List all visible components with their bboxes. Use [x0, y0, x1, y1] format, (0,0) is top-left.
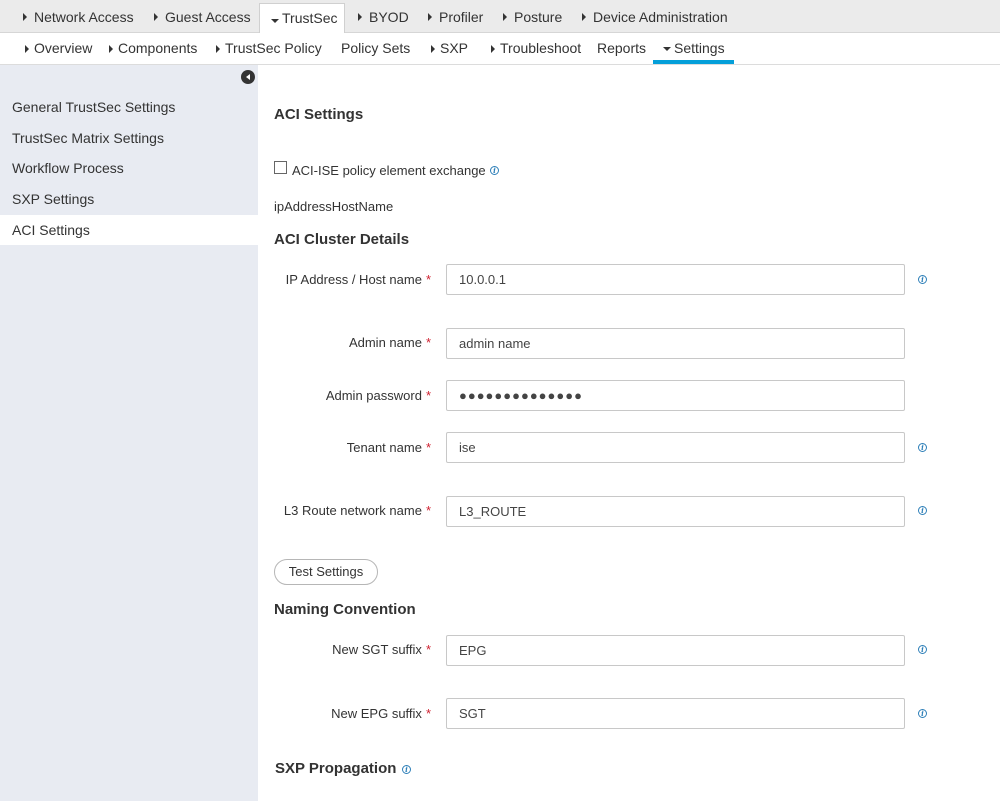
top-nav: Network Access Guest Access TrustSec BYO…	[0, 0, 1000, 37]
required-asterisk: *	[425, 503, 431, 518]
new-sgt-suffix-input[interactable]: EPG	[446, 635, 905, 666]
nav-profiler[interactable]: Profiler	[425, 0, 483, 33]
subnav-troubleshoot[interactable]: Troubleshoot	[488, 33, 581, 64]
admin-password-input[interactable]: ●●●●●●●●●●●●●●	[446, 380, 905, 411]
required-asterisk: *	[425, 706, 431, 721]
caret-right-icon	[358, 12, 362, 21]
caret-down-icon	[663, 46, 671, 51]
required-asterisk: *	[425, 388, 431, 403]
sidebar-item-workflow-process[interactable]: Workflow Process	[0, 153, 258, 183]
new-sgt-suffix-label: New SGT suffix *	[332, 642, 431, 657]
required-asterisk: *	[425, 272, 431, 287]
info-icon[interactable]: i	[918, 645, 927, 654]
info-icon[interactable]: i	[918, 506, 927, 515]
tenant-name-label: Tenant name *	[346, 440, 431, 455]
aci-ise-exchange-checkbox[interactable]	[274, 161, 287, 174]
subnav-policy-sets[interactable]: Policy Sets	[329, 33, 410, 64]
nav-trustsec[interactable]: TrustSec	[259, 3, 345, 37]
subnav-trustsec-policy[interactable]: TrustSec Policy	[213, 33, 322, 64]
sidebar-item-trustsec-matrix-settings[interactable]: TrustSec Matrix Settings	[0, 123, 258, 153]
sidebar-item-sxp-settings[interactable]: SXP Settings	[0, 184, 258, 214]
required-asterisk: *	[425, 440, 431, 455]
caret-right-icon	[216, 44, 220, 53]
l3-route-network-name-label: L3 Route network name *	[283, 503, 431, 518]
nav-network-access[interactable]: Network Access	[20, 0, 134, 33]
admin-name-label: Admin name *	[348, 335, 431, 350]
sidebar-item-general-trustsec-settings[interactable]: General TrustSec Settings	[0, 92, 258, 122]
sxp-propagation-heading: SXP Propagation	[275, 760, 397, 777]
ip-address-label: IP Address / Host name *	[285, 272, 431, 287]
caret-right-icon	[428, 12, 432, 21]
caret-right-icon	[109, 44, 113, 53]
subnav-overview[interactable]: Overview	[22, 33, 92, 64]
sub-nav: Overview Components TrustSec Policy Poli…	[0, 33, 1000, 65]
nav-guest-access[interactable]: Guest Access	[151, 0, 251, 33]
required-asterisk: *	[425, 335, 431, 350]
info-icon[interactable]: i	[402, 765, 411, 774]
caret-right-icon	[25, 44, 29, 53]
test-settings-button[interactable]: Test Settings	[274, 559, 378, 585]
info-icon[interactable]: i	[918, 443, 927, 452]
page-title: ACI Settings	[274, 106, 364, 123]
collapse-sidebar-icon[interactable]	[241, 70, 255, 84]
caret-right-icon	[503, 12, 507, 21]
info-icon[interactable]: i	[918, 275, 927, 284]
info-icon[interactable]: i	[918, 709, 927, 718]
active-tab-underline	[653, 60, 734, 64]
nav-byod[interactable]: BYOD	[355, 0, 409, 33]
admin-name-input[interactable]: admin name	[446, 328, 905, 359]
aci-cluster-details-heading: ACI Cluster Details	[274, 231, 410, 248]
caret-right-icon	[23, 12, 27, 21]
sidebar: General TrustSec Settings TrustSec Matri…	[0, 65, 258, 801]
tenant-name-input[interactable]: ise	[446, 432, 905, 463]
naming-convention-heading: Naming Convention	[274, 601, 416, 618]
sidebar-item-aci-settings[interactable]: ACI Settings	[0, 215, 258, 245]
admin-password-label: Admin password *	[325, 388, 431, 403]
subnav-reports[interactable]: Reports	[585, 33, 646, 64]
nav-posture[interactable]: Posture	[500, 0, 562, 33]
caret-right-icon	[491, 44, 495, 53]
nav-device-administration[interactable]: Device Administration	[579, 0, 728, 33]
subnav-sxp[interactable]: SXP	[428, 33, 468, 64]
ip-address-input[interactable]: 10.0.0.1	[446, 264, 905, 295]
caret-right-icon	[431, 44, 435, 53]
l3-route-network-name-input[interactable]: L3_ROUTE	[446, 496, 905, 527]
new-epg-suffix-input[interactable]: SGT	[446, 698, 905, 729]
caret-down-icon	[271, 18, 279, 23]
required-asterisk: *	[425, 642, 431, 657]
caret-right-icon	[582, 12, 586, 21]
aci-ise-exchange-label: ACI-ISE policy element exchange	[292, 163, 486, 178]
new-epg-suffix-label: New EPG suffix *	[331, 706, 431, 721]
ip-address-hostname-key: ipAddressHostName	[274, 199, 394, 214]
info-icon[interactable]: i	[490, 166, 499, 175]
caret-right-icon	[154, 12, 158, 21]
subnav-components[interactable]: Components	[106, 33, 197, 64]
